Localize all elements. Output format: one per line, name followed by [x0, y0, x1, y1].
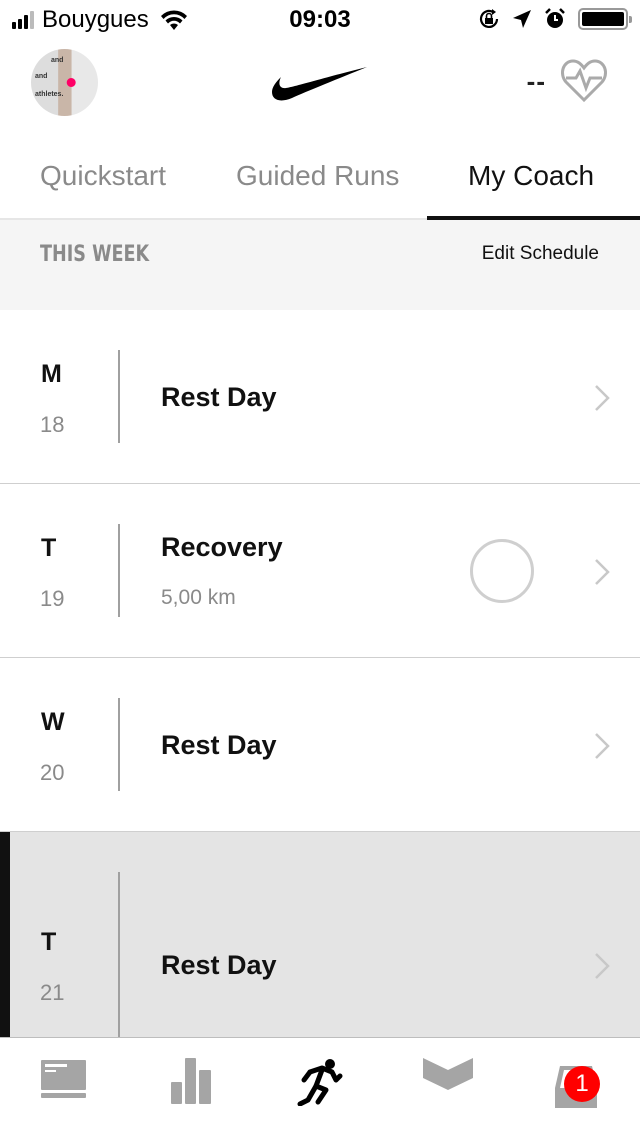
avatar[interactable]: and and athletes. — [31, 49, 98, 116]
tabbar-item-run[interactable] — [280, 1058, 360, 1118]
run-progress-ring — [470, 539, 534, 603]
chevron-right-icon — [595, 559, 610, 585]
day-letter: T — [41, 534, 57, 562]
run-title: Rest Day — [161, 382, 277, 412]
chevron-right-icon — [595, 733, 610, 759]
tab-my-coach[interactable]: My Coach — [468, 160, 594, 192]
alarm-icon — [545, 8, 565, 28]
heart-rate-icon — [561, 59, 607, 103]
tabbar-item-feed[interactable] — [24, 1058, 104, 1118]
day-row-monday[interactable]: M 18 Rest Day — [0, 310, 640, 484]
chevron-right-icon — [595, 953, 610, 979]
day-row-tuesday[interactable]: T 19 Recovery 5,00 km — [0, 484, 640, 658]
heart-rate-value: -- — [526, 65, 546, 96]
segmented-tabs: Quickstart Guided Runs My Coach — [0, 130, 640, 220]
status-bar-right — [478, 8, 632, 30]
row-divider — [118, 872, 120, 1038]
today-indicator — [0, 832, 10, 1037]
battery-icon — [578, 8, 632, 30]
heart-rate-display[interactable]: -- — [527, 58, 608, 104]
day-date: 19 — [40, 586, 65, 611]
row-divider — [118, 524, 120, 617]
run-title: Rest Day — [161, 950, 277, 980]
tab-guided-runs[interactable]: Guided Runs — [236, 160, 399, 192]
app-header: and and athletes. -- — [0, 40, 640, 130]
edit-schedule-button[interactable]: Edit Schedule — [482, 243, 599, 265]
status-bar: Bouygues 09:03 — [0, 0, 640, 40]
week-section-header: THIS WEEK Edit Schedule — [0, 220, 640, 310]
week-title: THIS WEEK — [40, 242, 150, 267]
day-letter: M — [41, 360, 62, 388]
day-date: 21 — [40, 980, 65, 1005]
chevron-right-icon — [595, 385, 610, 411]
run-title: Recovery — [161, 532, 283, 562]
location-arrow-icon — [513, 10, 531, 28]
activity-chart-icon — [171, 1058, 211, 1104]
row-divider — [118, 350, 120, 443]
notification-badge: 1 — [564, 1066, 600, 1102]
bottom-tab-bar: 1 — [0, 1037, 640, 1136]
tabbar-item-inbox[interactable]: 1 — [536, 1058, 616, 1118]
day-date: 20 — [40, 760, 65, 785]
tab-quickstart[interactable]: Quickstart — [40, 160, 166, 192]
day-letter: W — [41, 708, 65, 736]
rotation-lock-icon — [479, 9, 499, 28]
day-row-wednesday[interactable]: W 20 Rest Day — [0, 658, 640, 832]
feed-icon — [41, 1060, 86, 1098]
runner-icon — [297, 1059, 343, 1106]
tabbar-item-activity[interactable] — [152, 1058, 232, 1118]
row-divider — [118, 698, 120, 791]
day-date: 18 — [40, 412, 65, 437]
run-title: Rest Day — [161, 730, 277, 760]
tabbar-item-club[interactable] — [408, 1058, 488, 1118]
nike-logo — [272, 67, 367, 101]
club-chevron-icon — [423, 1058, 473, 1090]
run-distance: 5,00 km — [161, 586, 236, 609]
day-letter: T — [41, 928, 57, 956]
day-row-thursday-today[interactable]: T 21 Rest Day — [0, 832, 640, 1038]
